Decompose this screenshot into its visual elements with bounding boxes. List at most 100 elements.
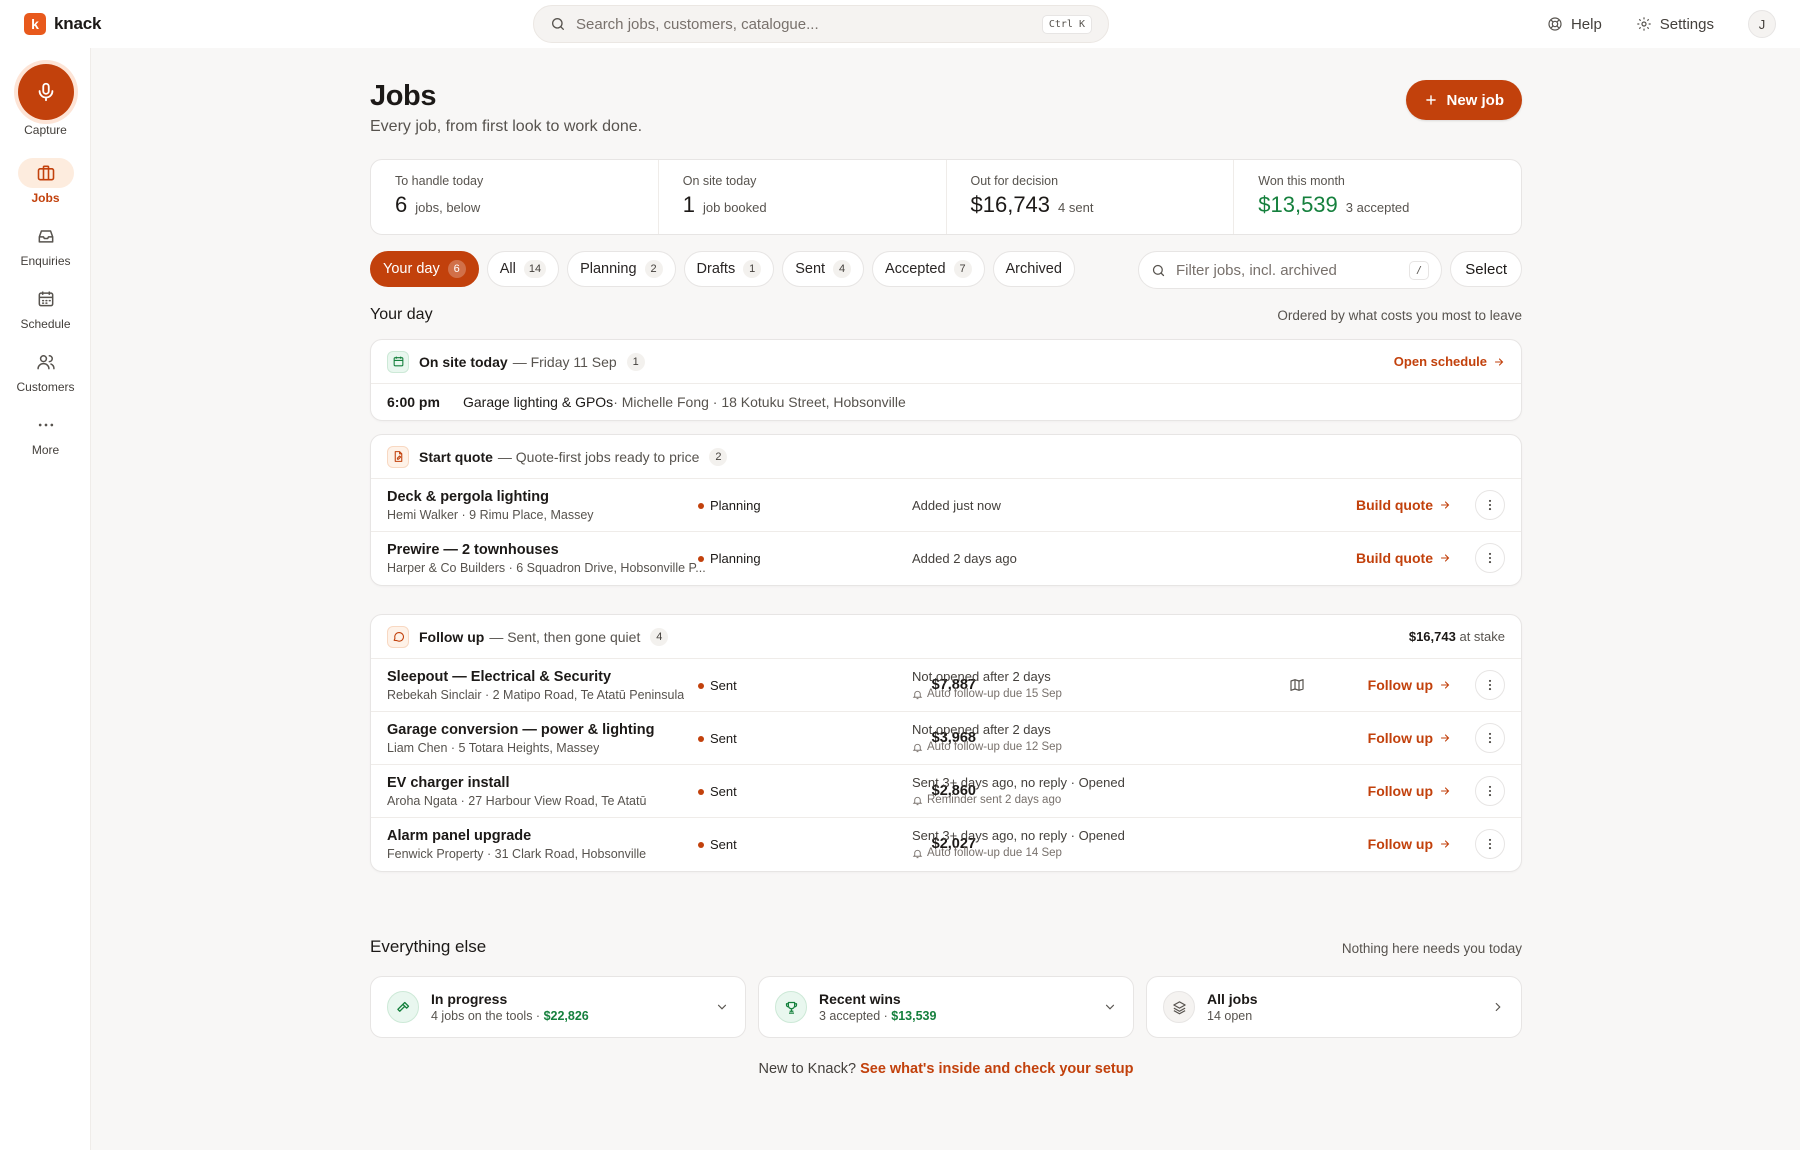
stat-value: $13,539 bbox=[1258, 192, 1338, 217]
in-progress-card[interactable]: In progress 4 jobs on the tools · $22,82… bbox=[370, 976, 746, 1038]
job-row[interactable]: Garage conversion — power & lighting Lia… bbox=[371, 712, 1521, 765]
status-badge: Sent bbox=[698, 731, 737, 746]
tab-label: Archived bbox=[1005, 261, 1062, 277]
avatar[interactable]: J bbox=[1748, 10, 1776, 38]
build-quote-button[interactable]: Build quote bbox=[1356, 497, 1451, 513]
help-link[interactable]: Help bbox=[1547, 16, 1602, 33]
global-search[interactable]: Search jobs, customers, catalogue... Ctr… bbox=[533, 5, 1109, 43]
job-title: Prewire — 2 townhouses bbox=[387, 542, 559, 558]
tab-drafts[interactable]: Drafts 1 bbox=[683, 251, 775, 287]
tab-label: All bbox=[499, 261, 516, 277]
follow-up-button[interactable]: Follow up bbox=[1368, 783, 1451, 799]
open-schedule-link[interactable]: Open schedule bbox=[1394, 354, 1505, 369]
tab-archived[interactable]: Archived bbox=[992, 251, 1075, 287]
job-row[interactable]: Prewire — 2 townhouses Harper & Co Build… bbox=[371, 532, 1521, 585]
start-quote-card: Start quote — Quote-first jobs ready to … bbox=[370, 434, 1522, 586]
tab-planning[interactable]: Planning 2 bbox=[567, 251, 676, 287]
kebab-icon bbox=[1483, 678, 1497, 692]
status-label: Planning bbox=[710, 551, 761, 566]
search-icon bbox=[550, 16, 566, 32]
sidebar-item-schedule[interactable]: Schedule bbox=[0, 284, 91, 331]
card-title: Follow up bbox=[419, 628, 485, 645]
follow-up-button[interactable]: Follow up bbox=[1368, 677, 1451, 693]
logo[interactable]: k knack bbox=[24, 13, 101, 35]
page-subtitle: Every job, from first look to work done. bbox=[370, 118, 643, 135]
row-menu-button[interactable] bbox=[1475, 829, 1505, 859]
job-row[interactable]: Deck & pergola lighting Hemi Walker · 9 … bbox=[371, 479, 1521, 532]
job-reminder: Auto follow-up due 12 Sep bbox=[912, 741, 1062, 753]
layers-icon bbox=[1163, 991, 1195, 1023]
sidebar-item-label: Schedule bbox=[20, 317, 71, 331]
new-job-button[interactable]: New job bbox=[1406, 80, 1522, 120]
stat-label: On site today bbox=[682, 174, 757, 188]
everything-else-grid: In progress 4 jobs on the tools · $22,82… bbox=[370, 976, 1522, 1038]
map-icon[interactable] bbox=[1289, 677, 1305, 693]
sidebar-item-label: Customers bbox=[16, 380, 75, 394]
select-button[interactable]: Select bbox=[1450, 251, 1522, 287]
job-row[interactable]: Alarm panel upgrade Fenwick Property · 3… bbox=[371, 818, 1521, 871]
stat-value: 6 bbox=[395, 192, 408, 217]
row-menu-button[interactable] bbox=[1475, 723, 1505, 753]
follow-up-button[interactable]: Follow up bbox=[1368, 730, 1451, 746]
stat-won-this-month: Won this month $13,539 3 accepted bbox=[1234, 160, 1521, 234]
action-label: Follow up bbox=[1367, 677, 1433, 693]
job-note: Not opened after 2 days bbox=[912, 669, 1051, 684]
row-menu-button[interactable] bbox=[1475, 776, 1505, 806]
tab-sent[interactable]: Sent 4 bbox=[782, 251, 865, 287]
card-subtitle-value: $13,539 bbox=[891, 1009, 937, 1023]
microphone-icon bbox=[35, 81, 57, 103]
kebab-icon bbox=[1483, 551, 1497, 565]
status-badge: Sent bbox=[698, 784, 737, 799]
footer-text: New to Knack? bbox=[758, 1061, 861, 1077]
kebab-icon bbox=[1483, 731, 1497, 745]
job-title: Deck & pergola lighting bbox=[387, 489, 549, 505]
arrow-right-icon bbox=[1493, 356, 1505, 368]
at-stake-total: $16,743 at stake bbox=[1409, 629, 1505, 644]
tab-your-day[interactable]: Your day 6 bbox=[370, 251, 479, 287]
stat-note: jobs, below bbox=[415, 200, 481, 215]
build-quote-button[interactable]: Build quote bbox=[1356, 550, 1451, 566]
reminder-text: Auto follow-up due 12 Sep bbox=[927, 741, 1062, 753]
card-title: Recent wins bbox=[819, 991, 901, 1007]
sidebar-item-customers[interactable]: Customers bbox=[0, 347, 91, 394]
job-reminder: Auto follow-up due 15 Sep bbox=[912, 688, 1062, 700]
on-site-header: On site today — Friday 11 Sep 1 Open sch… bbox=[371, 340, 1521, 384]
card-title: On site today bbox=[419, 353, 508, 370]
filter-placeholder: Filter jobs, incl. archived bbox=[1176, 261, 1337, 279]
sidebar-item-more[interactable]: More bbox=[0, 410, 91, 457]
settings-link[interactable]: Settings bbox=[1636, 16, 1714, 33]
row-menu-button[interactable] bbox=[1475, 490, 1505, 520]
row-menu-button[interactable] bbox=[1475, 670, 1505, 700]
follow-up-button[interactable]: Follow up bbox=[1368, 836, 1451, 852]
action-label: Follow up bbox=[1367, 783, 1433, 799]
row-menu-button[interactable] bbox=[1475, 543, 1505, 573]
tab-accepted[interactable]: Accepted 7 bbox=[872, 251, 985, 287]
recent-wins-card[interactable]: Recent wins 3 accepted · $13,539 bbox=[758, 976, 1134, 1038]
sidebar-item-enquiries[interactable]: Enquiries bbox=[0, 221, 91, 268]
job-note: Sent 3+ days ago, no reply · Opened bbox=[912, 775, 1125, 790]
card-subtitle: 4 jobs on the tools · $22,826 bbox=[431, 1009, 715, 1023]
job-row[interactable]: EV charger install Aroha Ngata · 27 Harb… bbox=[371, 765, 1521, 818]
visit-row[interactable]: 6:00 pm Garage lighting & GPOs · Michell… bbox=[371, 384, 1521, 420]
tab-all[interactable]: All 14 bbox=[486, 251, 560, 287]
job-row[interactable]: Sleepout — Electrical & Security Rebekah… bbox=[371, 659, 1521, 712]
setup-link[interactable]: See what's inside and check your setup bbox=[860, 1061, 1133, 1077]
settings-label: Settings bbox=[1659, 15, 1714, 33]
on-site-card: On site today — Friday 11 Sep 1 Open sch… bbox=[370, 339, 1522, 421]
new-job-label: New job bbox=[1446, 91, 1504, 109]
capture-button[interactable] bbox=[18, 64, 74, 120]
arrow-right-icon bbox=[1439, 732, 1451, 744]
sidebar-item-jobs[interactable]: Jobs bbox=[0, 158, 91, 205]
job-reminder: Auto follow-up due 14 Sep bbox=[912, 847, 1062, 859]
visit-title: Garage lighting & GPOs bbox=[463, 394, 614, 410]
tab-count: 4 bbox=[833, 260, 852, 278]
job-subtitle: Rebekah Sinclair · 2 Matipo Road, Te Ata… bbox=[387, 688, 685, 702]
card-subtitle-text: 4 jobs on the tools · bbox=[431, 1009, 544, 1023]
job-title: EV charger install bbox=[387, 775, 510, 791]
all-jobs-card[interactable]: All jobs 14 open bbox=[1146, 976, 1522, 1038]
action-label: Build quote bbox=[1356, 497, 1433, 513]
job-filter-input[interactable]: Filter jobs, incl. archived / bbox=[1138, 251, 1442, 289]
at-stake-value: $16,743 bbox=[1408, 629, 1456, 644]
bell-icon bbox=[912, 795, 923, 806]
action-label: Follow up bbox=[1367, 836, 1433, 852]
